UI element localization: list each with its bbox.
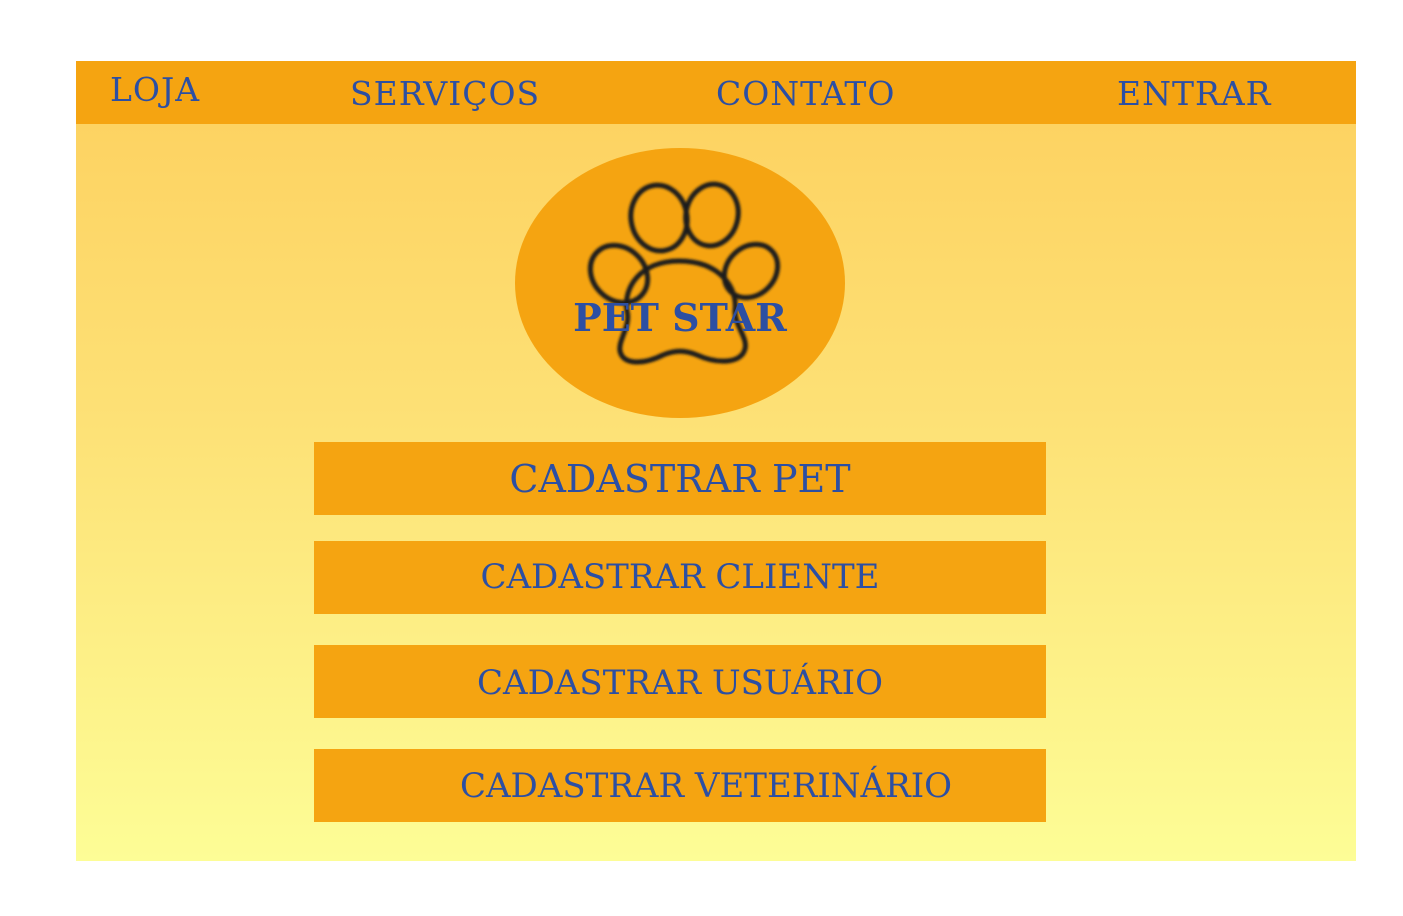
cadastrar-veterinario-label: CADASTRAR VETERINÁRIO — [459, 765, 953, 806]
cadastrar-veterinario-button[interactable]: CADASTRAR VETERINÁRIO — [314, 749, 1046, 822]
cadastrar-usuario-button[interactable]: CADASTRAR USUÁRIO — [314, 645, 1046, 718]
paw-icon — [587, 181, 781, 365]
cadastrar-cliente-button[interactable]: CADASTRAR CLIENTE — [314, 541, 1046, 614]
cadastrar-pet-button[interactable]: CADASTRAR PET — [314, 442, 1046, 515]
nav-link-contato[interactable]: CONTATO — [716, 74, 895, 113]
top-navbar: LOJA SERVIÇOS CONTATO ENTRAR — [76, 61, 1356, 124]
app-frame: LOJA SERVIÇOS CONTATO ENTRAR PET STAR CA… — [76, 61, 1356, 861]
pet-star-logo: PET STAR — [515, 148, 845, 418]
nav-link-loja[interactable]: LOJA — [110, 70, 200, 109]
nav-link-servicos[interactable]: SERVIÇOS — [350, 74, 540, 113]
logo-title: PET STAR — [573, 295, 787, 340]
nav-link-entrar[interactable]: ENTRAR — [1117, 74, 1272, 113]
